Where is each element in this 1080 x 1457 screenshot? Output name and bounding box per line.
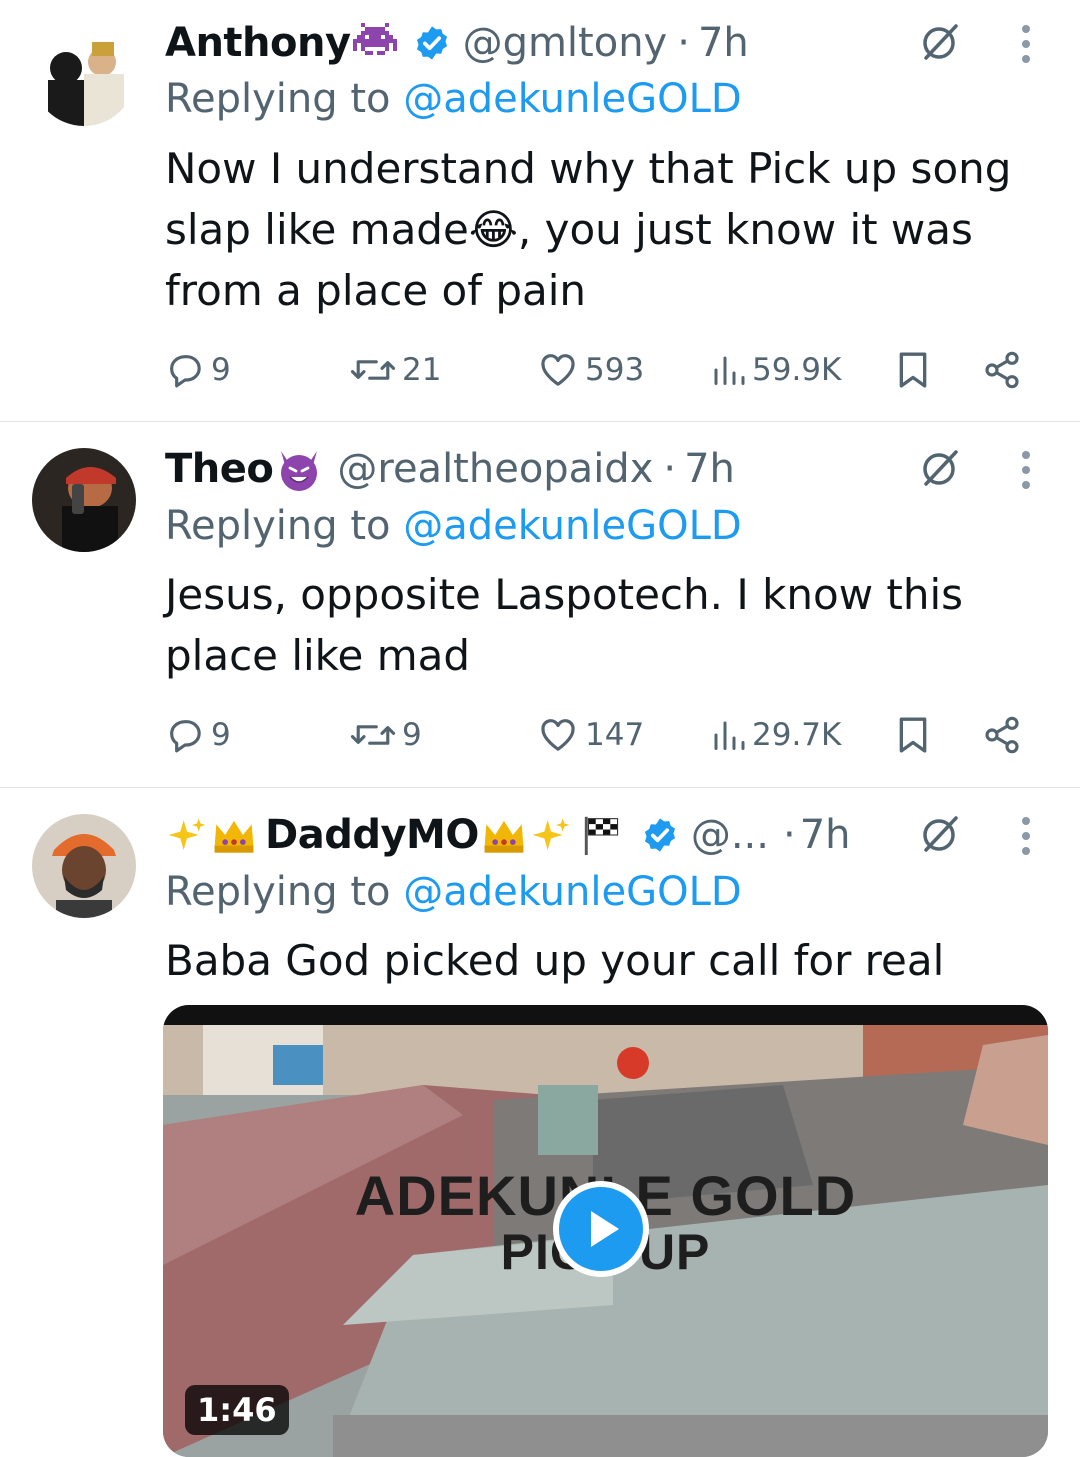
share-button[interactable] xyxy=(981,345,1023,395)
tweet-text: Baba God picked up your call for real xyxy=(165,936,945,985)
tweet-header: Anthony @gmltony · 7h xyxy=(165,18,749,68)
sparkles-emoji xyxy=(531,815,571,855)
retweet-icon xyxy=(350,725,396,745)
more-vertical-icon[interactable] xyxy=(1021,450,1031,490)
replying-to-line: Replying to @adekunleGOLD xyxy=(165,867,742,917)
replying-prefix: Replying to xyxy=(165,869,391,915)
reply-button[interactable]: 9 xyxy=(165,345,231,395)
more-vertical-icon[interactable] xyxy=(1021,24,1031,64)
display-name[interactable]: Anthony xyxy=(165,18,351,68)
like-count: 593 xyxy=(585,352,645,388)
verified-badge-icon xyxy=(413,24,451,62)
retweet-icon xyxy=(350,360,396,380)
bookmark-button[interactable] xyxy=(893,710,933,760)
tweet-header: Theo @realtheopaidx · 7h xyxy=(165,444,735,494)
verified-badge-icon xyxy=(641,816,679,854)
views-count: 29.7K xyxy=(752,717,842,753)
separator-dot: · xyxy=(783,812,796,858)
avatar[interactable] xyxy=(32,814,136,918)
reply-button[interactable]: 9 xyxy=(165,710,231,760)
action-bar: 9 21 593 59.9K xyxy=(165,345,1045,395)
timestamp[interactable]: 7h xyxy=(698,18,749,68)
tweet-theo[interactable]: Theo @realtheopaidx · 7h Replying to @ad… xyxy=(0,422,1080,787)
replying-to-line: Replying to @adekunleGOLD xyxy=(165,74,742,124)
avatar[interactable] xyxy=(32,22,136,126)
crown-emoji xyxy=(481,815,527,855)
retweet-count: 21 xyxy=(402,352,442,388)
smiling-devil-emoji xyxy=(275,447,323,491)
mention-link[interactable]: @adekunleGOLD xyxy=(403,869,741,915)
timestamp[interactable]: 7h xyxy=(800,810,851,860)
views-button[interactable]: 29.7K xyxy=(710,710,841,760)
tears-of-joy-emoji: 😂 xyxy=(468,205,518,254)
play-button[interactable] xyxy=(553,1181,649,1277)
views-button[interactable]: 59.9K xyxy=(710,345,841,395)
mention-link[interactable]: @adekunleGOLD xyxy=(403,76,741,122)
tweet-header: DaddyMO @... · 7h xyxy=(165,810,851,860)
bookmark-icon xyxy=(899,352,927,388)
grok-slash-icon[interactable] xyxy=(918,20,962,64)
share-icon xyxy=(985,716,1019,754)
handle[interactable]: @... xyxy=(691,810,769,860)
like-button[interactable]: 593 xyxy=(537,345,644,395)
reply-bubble-icon xyxy=(170,355,201,388)
retweet-button[interactable]: 21 xyxy=(350,345,441,395)
chequered-flag-emoji xyxy=(581,815,625,855)
retweet-button[interactable]: 9 xyxy=(350,710,422,760)
grok-slash-icon[interactable] xyxy=(918,446,962,490)
action-bar: 9 9 147 29.7K xyxy=(165,710,1045,760)
more-vertical-icon[interactable] xyxy=(1021,816,1031,856)
heart-icon xyxy=(541,719,575,751)
crown-emoji xyxy=(211,815,257,855)
like-count: 147 xyxy=(585,717,645,753)
reply-count: 9 xyxy=(211,717,231,753)
tweet-text: Now I understand why that Pick up song s… xyxy=(165,138,1035,321)
play-icon xyxy=(591,1211,619,1247)
bookmark-icon xyxy=(899,717,927,753)
timestamp[interactable]: 7h xyxy=(684,444,735,494)
like-button[interactable]: 147 xyxy=(537,710,644,760)
video-player[interactable]: ADEKUNLE GOLD PICK UP 1:46 xyxy=(163,1005,1048,1457)
views-bar-icon xyxy=(714,721,745,750)
display-name[interactable]: Theo xyxy=(165,444,274,494)
avatar[interactable] xyxy=(32,448,136,552)
reply-bubble-icon xyxy=(170,720,201,753)
retweet-count: 9 xyxy=(402,717,422,753)
video-duration: 1:46 xyxy=(185,1385,289,1435)
tweet-anthony[interactable]: Anthony @gmltony · 7h Replying to @adeku… xyxy=(0,0,1080,420)
separator-dot: · xyxy=(677,20,690,66)
bookmark-button[interactable] xyxy=(893,345,933,395)
handle[interactable]: @realtheopaidx xyxy=(337,444,653,494)
heart-icon xyxy=(541,354,575,386)
alien-monster-emoji xyxy=(352,23,397,63)
tweet-text: Jesus, opposite Laspotech. I know this p… xyxy=(165,570,964,680)
replying-prefix: Replying to xyxy=(165,503,391,549)
replying-prefix: Replying to xyxy=(165,76,391,122)
separator-dot: · xyxy=(663,446,677,492)
grok-slash-icon[interactable] xyxy=(918,812,962,856)
views-count: 59.9K xyxy=(752,352,842,388)
reply-count: 9 xyxy=(211,352,231,388)
views-bar-icon xyxy=(714,356,745,385)
replying-to-line: Replying to @adekunleGOLD xyxy=(165,501,742,551)
sparkles-emoji xyxy=(167,815,207,855)
mention-link[interactable]: @adekunleGOLD xyxy=(403,503,741,549)
share-button[interactable] xyxy=(981,710,1023,760)
share-icon xyxy=(985,351,1019,389)
handle[interactable]: @gmltony xyxy=(463,18,668,68)
display-name[interactable]: DaddyMO xyxy=(265,810,479,860)
